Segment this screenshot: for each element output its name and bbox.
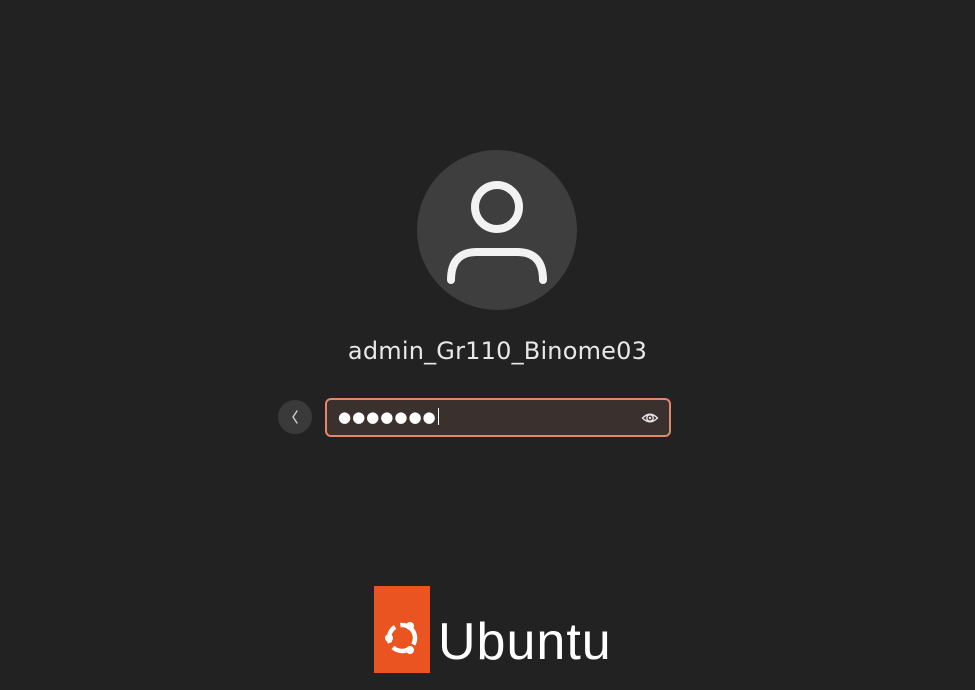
- user-avatar: [417, 150, 577, 310]
- username-label: admin_Gr110_Binome03: [347, 337, 648, 365]
- ubuntu-circle-of-friends-icon: [385, 622, 418, 654]
- password-input-value[interactable]: ●●●●●●●: [338, 400, 440, 435]
- ubuntu-wordmark: Ubuntu: [438, 613, 612, 671]
- password-field[interactable]: ●●●●●●●: [325, 398, 671, 437]
- eye-icon[interactable]: [641, 409, 659, 427]
- back-button[interactable]: [278, 400, 312, 434]
- ubuntu-logo-square: [374, 586, 430, 673]
- user-icon: [447, 181, 547, 284]
- chevron-left-icon: [292, 410, 298, 424]
- login-screen: admin_Gr110_Binome03 ●●●●●●● Ubuntu: [0, 0, 975, 690]
- text-caret: [437, 407, 440, 425]
- password-dots: ●●●●●●●: [338, 408, 437, 426]
